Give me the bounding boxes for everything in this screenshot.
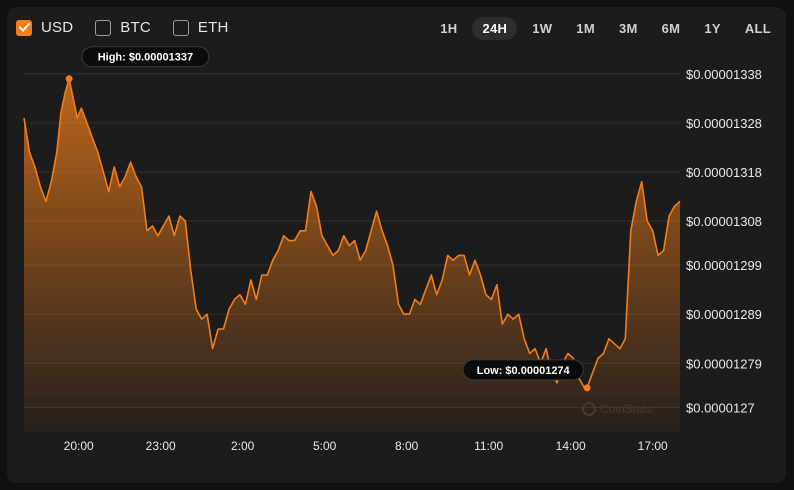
x-tick-label: 20:00 xyxy=(64,439,94,453)
high-point xyxy=(65,75,73,83)
x-tick-label: 5:00 xyxy=(313,439,337,453)
x-tick-label: 17:00 xyxy=(638,439,668,453)
x-tick-label: 2:00 xyxy=(231,439,255,453)
watermark-text: CoinStats xyxy=(600,402,652,416)
x-tick-label: 8:00 xyxy=(395,439,419,453)
low-tooltip: Low: $0.00001274 xyxy=(462,359,584,381)
y-tick-label: $0.00001328 xyxy=(686,116,762,131)
y-tick-label: $0.00001338 xyxy=(686,67,762,82)
x-tick-label: 23:00 xyxy=(146,439,176,453)
y-tick-label: $0.0000127 xyxy=(686,400,755,415)
y-tick-label: $0.00001279 xyxy=(686,356,762,371)
y-tick-label: $0.00001318 xyxy=(686,165,762,180)
y-tick-label: $0.00001299 xyxy=(686,258,762,273)
high-label: High: $0.00001337 xyxy=(98,52,193,64)
x-tick-label: 11:00 xyxy=(474,439,503,453)
y-tick-label: $0.00001308 xyxy=(686,214,762,229)
y-tick-label: $0.00001289 xyxy=(686,307,762,322)
high-tooltip: High: $0.00001337 xyxy=(81,46,210,68)
price-area xyxy=(24,78,680,432)
low-label: Low: $0.00001274 xyxy=(477,365,571,377)
x-tick-label: 14:00 xyxy=(556,439,586,453)
price-chart[interactable]: $0.00001338 $0.00001328 $0.00001318 $0.0000… xyxy=(0,0,794,490)
low-point xyxy=(583,384,591,392)
